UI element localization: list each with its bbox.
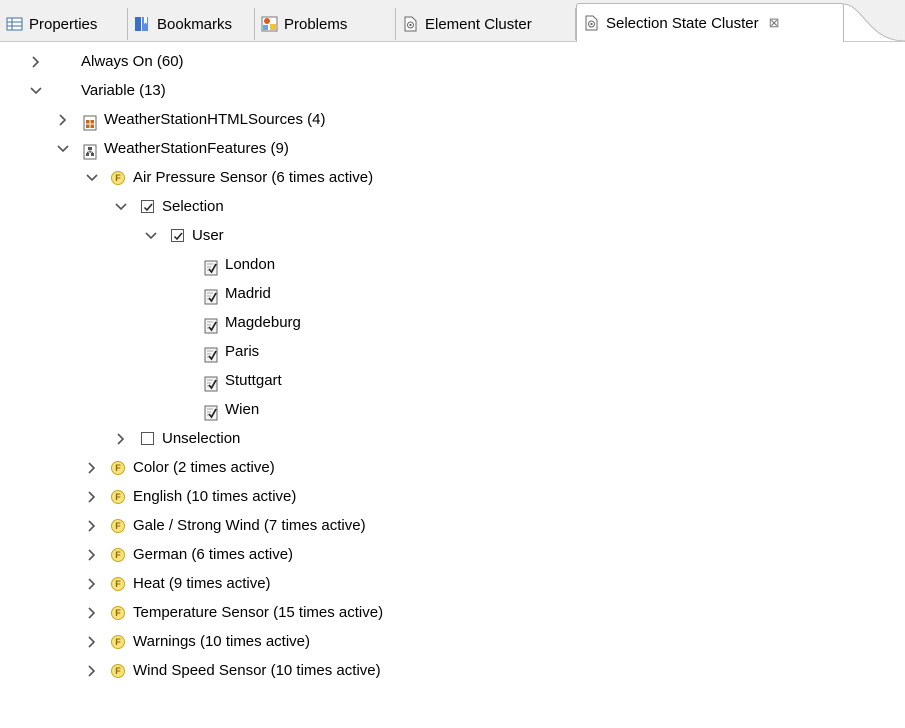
node-label: Air Pressure Sensor (6 times active) <box>133 169 374 186</box>
chevron-down-icon[interactable] <box>86 172 98 184</box>
tab-curve-decoration <box>843 3 905 42</box>
node-label: Magdeburg <box>225 314 301 331</box>
node-label: Temperature Sensor (15 times active) <box>133 604 384 621</box>
checkbox-checked[interactable] <box>141 200 154 213</box>
tree-node-feature[interactable]: F Color (2 times active) <box>0 453 905 482</box>
chevron-right-icon[interactable] <box>86 491 98 503</box>
problems-icon <box>261 15 279 33</box>
tab-bookmarks[interactable]: Bookmarks <box>128 8 255 40</box>
chevron-right-icon[interactable] <box>57 114 69 126</box>
tab-element-cluster[interactable]: Element Cluster <box>396 8 576 40</box>
tree-node-city[interactable]: Wien <box>0 395 905 424</box>
tree-node-user[interactable]: User <box>0 221 905 250</box>
node-label: Unselection <box>162 430 241 447</box>
node-label: Paris <box>225 343 260 360</box>
tab-label: Problems <box>284 15 348 33</box>
tree-node-always-on[interactable]: Always On (60) <box>0 47 905 76</box>
feature-icon: F <box>111 634 125 649</box>
feature-icon: F <box>111 605 125 620</box>
checked-document-icon <box>204 402 218 420</box>
feature-icon: F <box>111 518 125 533</box>
feature-icon: F <box>111 460 125 475</box>
chevron-right-icon[interactable] <box>86 636 98 648</box>
node-label: Color (2 times active) <box>133 459 275 476</box>
feature-icon: F <box>111 663 125 678</box>
node-label: Selection <box>162 198 224 215</box>
cluster-icon <box>583 14 601 32</box>
tab-problems[interactable]: Problems <box>255 8 396 40</box>
checked-document-icon <box>204 373 218 391</box>
chevron-right-icon[interactable] <box>86 665 98 677</box>
tree-node-variable[interactable]: Variable (13) <box>0 76 905 105</box>
tree-node-air-pressure[interactable]: F Air Pressure Sensor (6 times active) <box>0 163 905 192</box>
node-label: English (10 times active) <box>133 488 297 505</box>
tab-label: Element Cluster <box>425 15 532 33</box>
tree-node-features[interactable]: WeatherStationFeatures (9) <box>0 134 905 163</box>
tab-properties[interactable]: Properties <box>0 8 128 40</box>
tree-node-selection[interactable]: Selection <box>0 192 905 221</box>
tree-node-city[interactable]: Stuttgart <box>0 366 905 395</box>
feature-icon: F <box>111 170 125 185</box>
node-label: London <box>225 256 276 273</box>
chevron-down-icon[interactable] <box>30 85 42 97</box>
chevron-right-icon[interactable] <box>86 520 98 532</box>
checked-document-icon <box>204 315 218 333</box>
tree-node-feature[interactable]: F Warnings (10 times active) <box>0 627 905 656</box>
checkbox-checked[interactable] <box>171 229 184 242</box>
node-label: Variable (13) <box>81 82 166 99</box>
tree-node-city[interactable]: Paris <box>0 337 905 366</box>
node-label: Gale / Strong Wind (7 times active) <box>133 517 366 534</box>
node-label: German (6 times active) <box>133 546 294 563</box>
node-label: WeatherStationFeatures (9) <box>104 140 289 157</box>
tree-node-unselection[interactable]: Unselection <box>0 424 905 453</box>
view-tab-bar: Properties Bookmarks Problems Element Cl… <box>0 0 905 42</box>
chevron-down-icon[interactable] <box>115 201 127 213</box>
chevron-right-icon[interactable] <box>86 578 98 590</box>
node-label: Madrid <box>225 285 271 302</box>
chevron-down-icon[interactable] <box>57 143 69 155</box>
bookmarks-icon <box>134 15 152 33</box>
chevron-right-icon[interactable] <box>86 607 98 619</box>
node-label: Wien <box>225 401 260 418</box>
tree-node-feature[interactable]: F German (6 times active) <box>0 540 905 569</box>
tab-selection-state-cluster[interactable]: Selection State Cluster ⊠ <box>576 3 844 42</box>
checked-document-icon <box>204 257 218 275</box>
tree-node-feature[interactable]: F Wind Speed Sensor (10 times active) <box>0 656 905 685</box>
tab-label: Properties <box>29 15 98 33</box>
tree-node-feature[interactable]: F Heat (9 times active) <box>0 569 905 598</box>
properties-icon <box>6 15 24 33</box>
feature-icon: F <box>111 576 125 591</box>
feature-icon: F <box>111 489 125 504</box>
tree-node-city[interactable]: London <box>0 250 905 279</box>
node-label: Wind Speed Sensor (10 times active) <box>133 662 381 679</box>
chevron-right-icon[interactable] <box>115 433 127 445</box>
chevron-down-icon[interactable] <box>145 230 157 242</box>
node-label: Stuttgart <box>225 372 282 389</box>
node-label: Always On (60) <box>81 53 184 70</box>
chevron-right-icon[interactable] <box>86 462 98 474</box>
feature-model-icon <box>83 141 97 159</box>
checked-document-icon <box>204 344 218 362</box>
tree-node-feature[interactable]: F English (10 times active) <box>0 482 905 511</box>
node-label: User <box>192 227 224 244</box>
tree-node-city[interactable]: Magdeburg <box>0 308 905 337</box>
close-icon[interactable]: ⊠ <box>769 15 780 31</box>
tab-label: Bookmarks <box>157 15 233 33</box>
chevron-right-icon[interactable] <box>30 56 42 68</box>
cluster-icon <box>402 15 420 33</box>
chevron-right-icon[interactable] <box>86 549 98 561</box>
checked-document-icon <box>204 286 218 304</box>
node-label: Warnings (10 times active) <box>133 633 310 650</box>
tree-node-feature[interactable]: F Gale / Strong Wind (7 times active) <box>0 511 905 540</box>
tree-node-feature[interactable]: F Temperature Sensor (15 times active) <box>0 598 905 627</box>
html-sources-icon <box>83 112 97 130</box>
checkbox-unchecked[interactable] <box>141 432 154 445</box>
feature-icon: F <box>111 547 125 562</box>
tree-node-city[interactable]: Madrid <box>0 279 905 308</box>
node-label: Heat (9 times active) <box>133 575 271 592</box>
tab-label: Selection State Cluster <box>606 14 759 32</box>
node-label: WeatherStationHTMLSources (4) <box>104 111 326 128</box>
tree-node-html-sources[interactable]: WeatherStationHTMLSources (4) <box>0 105 905 134</box>
